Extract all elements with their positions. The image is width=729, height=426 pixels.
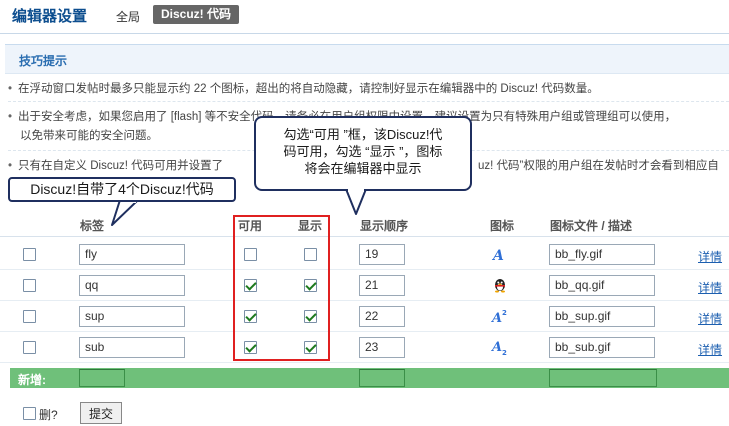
callout-tail-joins: [122, 186, 364, 203]
callout-builtin-codes: Discuz!自带了4个Discuz!代码: [8, 177, 236, 202]
